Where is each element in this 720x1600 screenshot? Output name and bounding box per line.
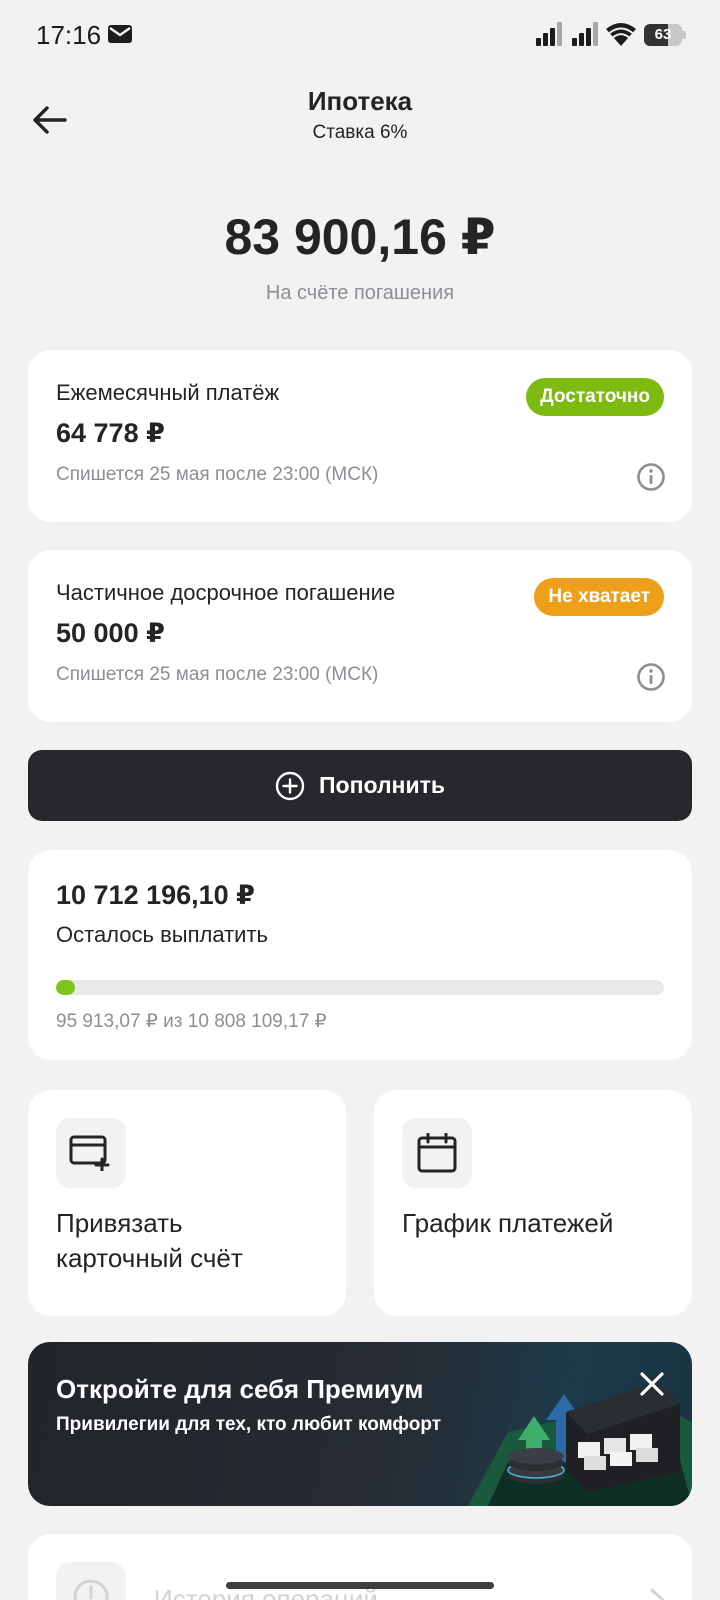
operations-history-card[interactable]: История операций — [28, 1534, 692, 1600]
promo-subtitle: Привилегии для тех, кто любит комфорт — [56, 1414, 442, 1435]
status-badge: Достаточно — [526, 378, 664, 416]
page-title: Ипотека — [307, 86, 413, 116]
progress-text: 95 913,07 ₽ из 10 808 109,17 ₽ — [56, 1011, 327, 1032]
clock-icon — [73, 1579, 109, 1600]
payment-schedule-tile[interactable]: График платежей — [374, 1090, 692, 1316]
payment-amount: 50 000 ₽ — [56, 618, 165, 648]
close-icon[interactable] — [638, 1370, 666, 1398]
info-icon[interactable] — [636, 662, 666, 692]
wifi-icon — [606, 23, 636, 46]
calendar-icon — [417, 1133, 457, 1173]
balance-amount: 83 900,16 ₽ — [224, 209, 496, 265]
premium-promo-banner[interactable]: Откройте для себя Премиум Привилегии для… — [28, 1342, 692, 1506]
link-card-account-tile[interactable]: Привязать карточный счёт — [28, 1090, 346, 1316]
history-icon-box — [56, 1562, 126, 1600]
info-icon[interactable] — [636, 462, 666, 492]
chevron-right-icon — [650, 1588, 666, 1600]
remaining-label: Осталось выплатить — [56, 922, 268, 947]
status-time: 17:16 — [36, 20, 102, 50]
topup-button[interactable]: Пополнить — [28, 750, 692, 821]
status-badge: Не хватает — [534, 578, 664, 616]
payment-amount: 64 778 ₽ — [56, 418, 165, 448]
remaining-card[interactable]: 10 712 196,10 ₽ Осталось выплатить 95 91… — [28, 850, 692, 1060]
plus-circle-icon — [275, 771, 305, 800]
topup-label: Пополнить — [319, 772, 445, 798]
progress-fill — [56, 980, 75, 995]
battery-label: 63 — [654, 26, 672, 43]
early-repayment-card[interactable]: Частичное досрочное погашение 50 000 ₽ С… — [28, 550, 692, 722]
payment-title: Ежемесячный платёж — [56, 380, 280, 405]
tile-icon-box — [402, 1118, 472, 1188]
battery-icon: 63 — [644, 24, 686, 46]
mail-icon — [108, 25, 132, 43]
page-subtitle: Ставка 6% — [312, 122, 408, 143]
link-card-account-label: Привязать карточный счёт — [56, 1208, 243, 1273]
card-plus-icon — [69, 1135, 110, 1171]
promo-title: Откройте для себя Премиум — [56, 1374, 424, 1404]
payment-title: Частичное досрочное погашение — [56, 580, 396, 605]
status-bar: 17:16 63 — [0, 0, 720, 72]
remaining-amount: 10 712 196,10 ₽ — [56, 880, 255, 910]
signal-icon — [572, 22, 598, 46]
signal-icon — [536, 22, 562, 46]
payment-note: Спишется 25 мая после 23:00 (МСК) — [56, 664, 379, 685]
tile-icon-box — [56, 1118, 126, 1188]
home-indicator[interactable] — [226, 1582, 494, 1589]
balance-caption: На счёте погашения — [265, 282, 455, 304]
repayment-progress-bar — [56, 980, 664, 995]
monthly-payment-card[interactable]: Ежемесячный платёж 64 778 ₽ Спишется 25 … — [28, 350, 692, 522]
payment-note: Спишется 25 мая после 23:00 (МСК) — [56, 464, 379, 485]
payment-schedule-label: График платежей — [402, 1208, 614, 1238]
